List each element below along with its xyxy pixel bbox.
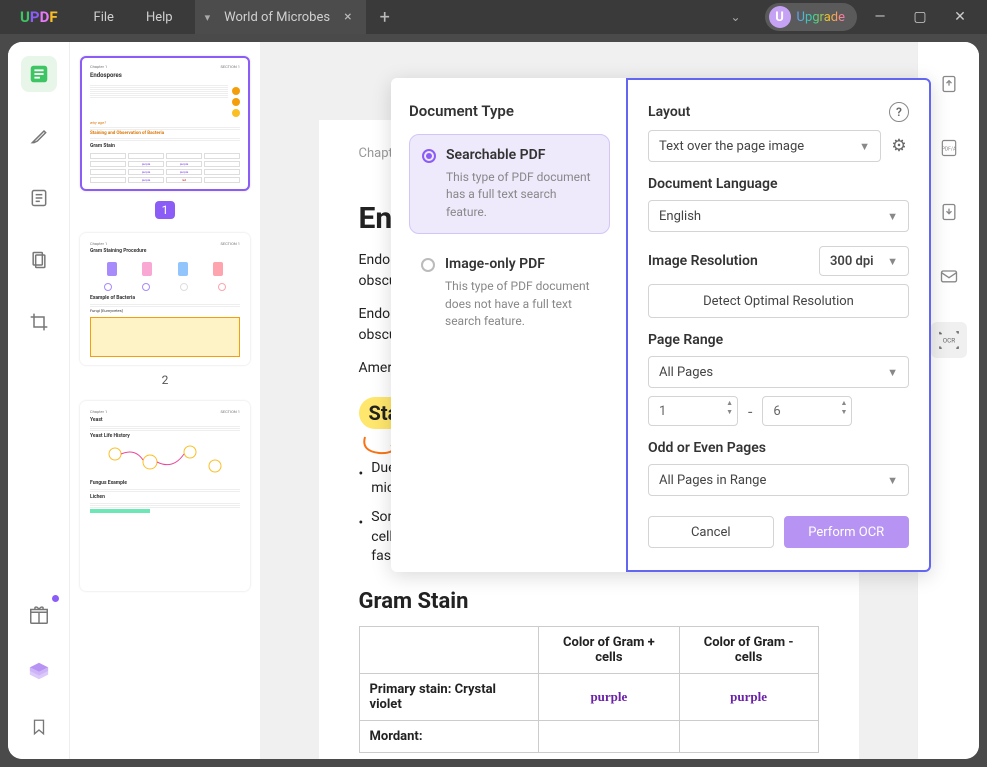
pdfa-icon[interactable]: PDF/A: [931, 130, 967, 166]
page-to-input[interactable]: 6 ▲▼: [762, 396, 852, 426]
ocr-settings-section: Layout ? Text over the page image▼ ⚙ Doc…: [626, 78, 931, 572]
chevron-down-icon: ▼: [859, 140, 870, 153]
titlebar: UPDF File Help ▾ World of Microbes × + ⌄…: [0, 0, 987, 34]
bookmark-icon[interactable]: [21, 709, 57, 745]
image-only-pdf-option[interactable]: Image-only PDF This type of PDF document…: [409, 244, 610, 342]
ocr-panel: Document Type Searchable PDF This type o…: [391, 78, 931, 572]
gram-stain-table: Color of Gram + cellsColor of Gram - cel…: [359, 626, 819, 753]
app-logo: UPDF: [0, 8, 78, 26]
ocr-doc-type-section: Document Type Searchable PDF This type o…: [391, 78, 626, 572]
mail-icon[interactable]: [931, 258, 967, 294]
thumbnail-page-1[interactable]: Chapter 1SECTION 1 Endospores why age? S…: [80, 56, 250, 191]
chevron-down-icon: ▼: [887, 366, 898, 379]
layers-icon[interactable]: [21, 653, 57, 689]
spinner-icons[interactable]: ▲▼: [726, 400, 733, 416]
reader-tool-icon[interactable]: [21, 56, 57, 92]
thumbnail-panel: Chapter 1SECTION 1 Endospores why age? S…: [70, 42, 260, 759]
svg-text:PDF/A: PDF/A: [941, 147, 956, 153]
detect-resolution-button[interactable]: Detect Optimal Resolution: [648, 284, 909, 318]
minimize-button[interactable]: ―: [863, 0, 897, 34]
left-toolbar: [8, 42, 70, 759]
export-icon[interactable]: [931, 66, 967, 102]
chevron-down-icon: ▼: [887, 210, 898, 223]
tab-close-icon[interactable]: ×: [344, 9, 351, 25]
page-range-heading: Page Range: [648, 332, 723, 348]
upgrade-button[interactable]: U Upgrade: [765, 3, 857, 31]
gift-icon[interactable]: [21, 597, 57, 633]
page-tool-icon[interactable]: [21, 242, 57, 278]
odd-even-heading: Odd or Even Pages: [648, 440, 766, 456]
crop-tool-icon[interactable]: [21, 304, 57, 340]
resolution-select[interactable]: 300 dpi▼: [819, 246, 909, 276]
pin-icon: ▾: [205, 11, 211, 24]
save-icon[interactable]: [931, 194, 967, 230]
thumbnail-page-3[interactable]: Chapter 1SECTION 1 Yeast Yeast Life Hist…: [80, 401, 250, 591]
range-separator: -: [748, 402, 752, 421]
cancel-button[interactable]: Cancel: [648, 516, 774, 548]
document-tab[interactable]: ▾ World of Microbes ×: [195, 0, 366, 34]
document-type-heading: Document Type: [409, 102, 610, 120]
app-body: Chapter 1SECTION 1 Endospores why age? S…: [0, 34, 987, 767]
layout-heading: Layout: [648, 104, 690, 120]
perform-ocr-button[interactable]: Perform OCR: [784, 516, 910, 548]
workspace: Chapter 1SECTION 1 Endospores why age? S…: [8, 42, 979, 759]
page-range-select[interactable]: All Pages▼: [648, 356, 909, 388]
layout-select[interactable]: Text over the page image▼: [648, 130, 881, 162]
odd-even-select[interactable]: All Pages in Range▼: [648, 464, 909, 496]
language-select[interactable]: English▼: [648, 200, 909, 232]
menu-file[interactable]: File: [78, 10, 130, 25]
svg-text:OCR: OCR: [942, 337, 955, 345]
add-tab-button[interactable]: +: [366, 7, 404, 28]
page-from-input[interactable]: 1 ▲▼: [648, 396, 738, 426]
upgrade-label: Upgrade: [797, 10, 845, 25]
tab-title: World of Microbes: [224, 10, 330, 25]
close-window-button[interactable]: ✕: [943, 0, 977, 34]
gear-icon[interactable]: ⚙: [889, 136, 909, 156]
thumbnail-number-1: 1: [155, 201, 175, 219]
language-heading: Document Language: [648, 176, 778, 192]
spinner-icons[interactable]: ▲▼: [840, 400, 847, 416]
chevron-down-icon: ▼: [887, 255, 898, 268]
resolution-heading: Image Resolution: [648, 253, 758, 269]
thumbnail-number-2: 2: [80, 373, 250, 387]
thumbnail-page-2[interactable]: Chapter 1SECTION 1 Gram Staining Procedu…: [80, 233, 250, 365]
form-tool-icon[interactable]: [21, 180, 57, 216]
radio-selected-icon: [422, 149, 436, 163]
searchable-pdf-option[interactable]: Searchable PDF This type of PDF document…: [409, 134, 610, 234]
menu-help[interactable]: Help: [130, 10, 189, 25]
annotate-tool-icon[interactable]: [21, 118, 57, 154]
tabs-dropdown-icon[interactable]: ⌄: [712, 10, 758, 24]
help-icon[interactable]: ?: [889, 102, 909, 122]
upgrade-badge-icon: U: [769, 6, 791, 28]
heading-gram-stain: Gram Stain: [359, 589, 819, 614]
chevron-down-icon: ▼: [887, 474, 898, 487]
radio-unselected-icon: [421, 258, 435, 272]
maximize-button[interactable]: ▢: [903, 0, 937, 34]
ocr-icon[interactable]: OCR: [931, 322, 967, 358]
